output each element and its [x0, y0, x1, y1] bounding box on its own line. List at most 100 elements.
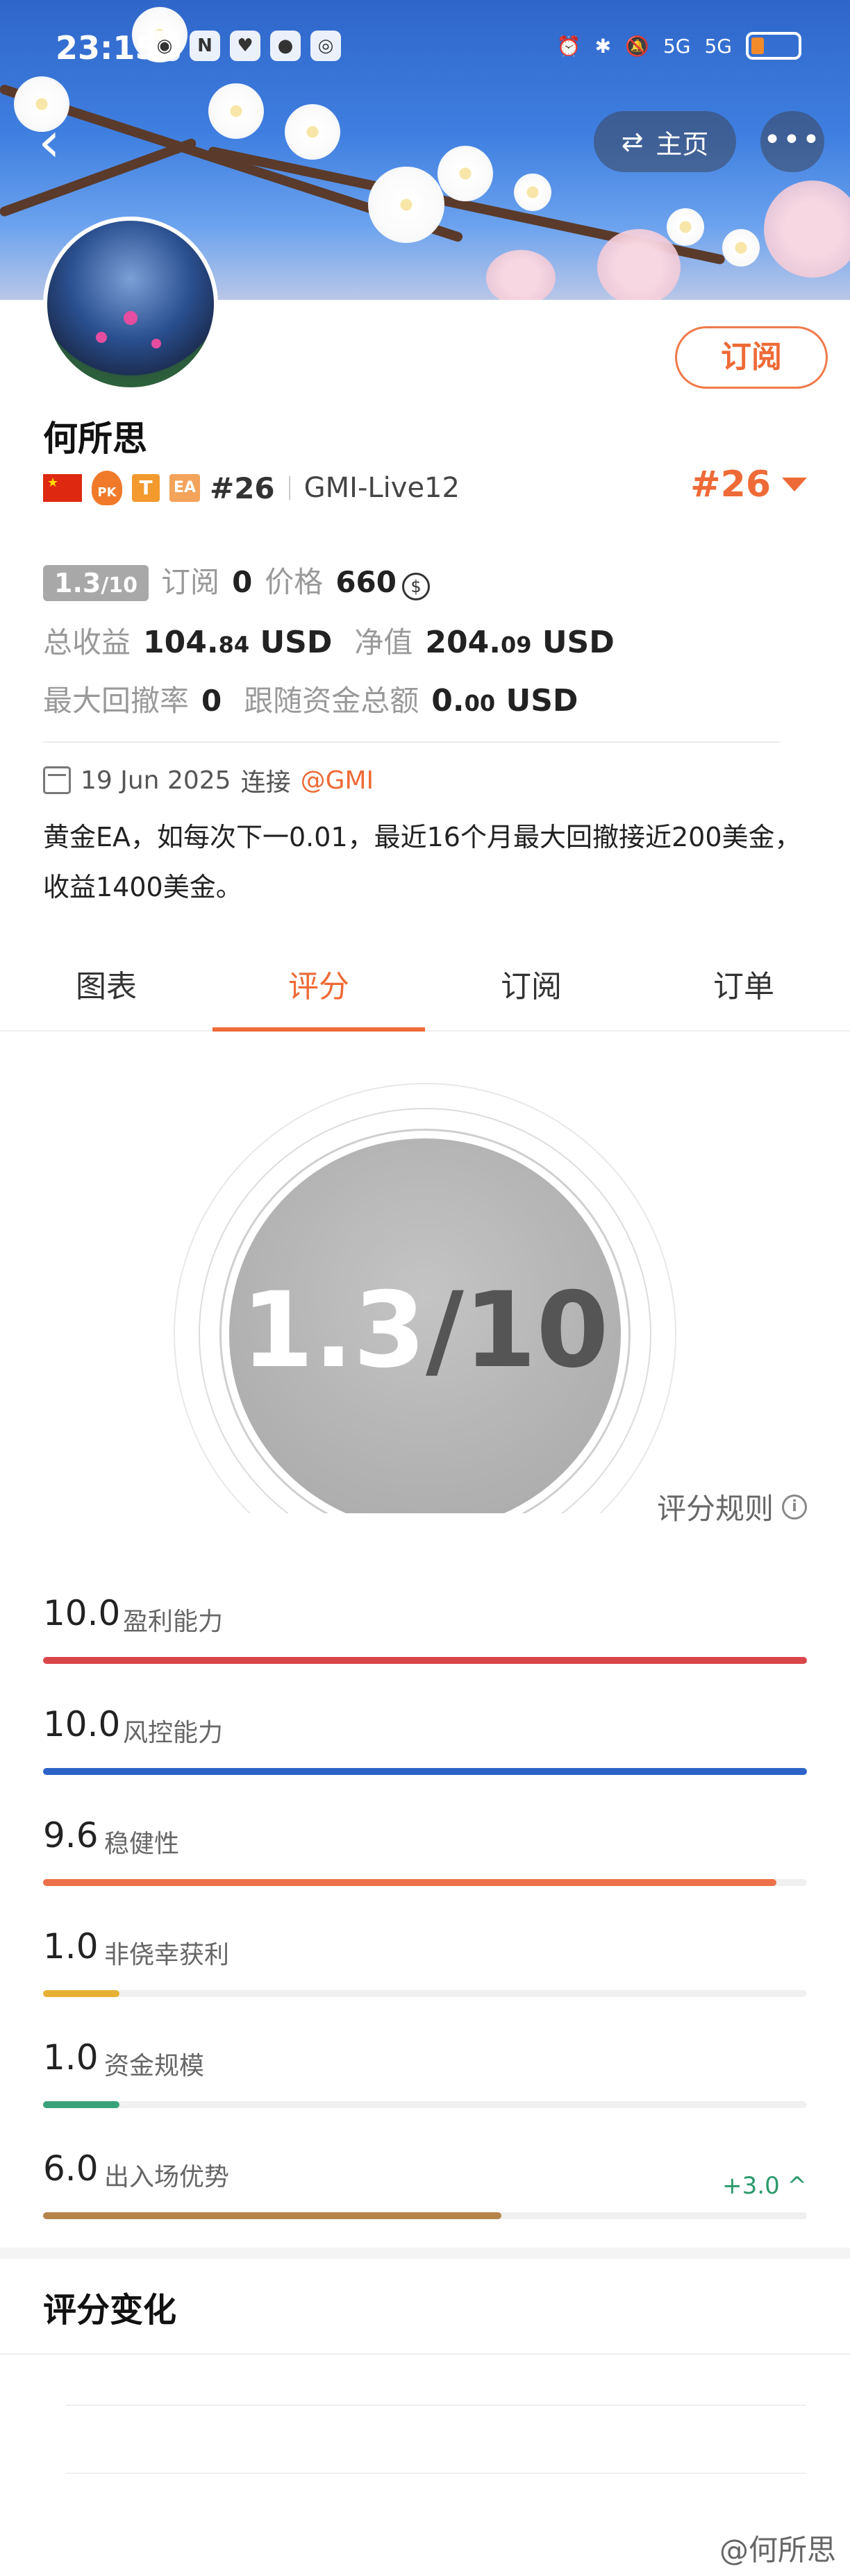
strategy-profile-page: 23:15 ◉ N ♥ ● ◎ ⏰ ✱ 🔕 5G 5G ‹ ⇄ 主页 ••• 订…: [0, 0, 850, 2576]
score-chip-max: /10: [101, 573, 138, 598]
info-icon: i: [782, 1494, 807, 1519]
chart-gridline: [66, 2473, 806, 2474]
calendar-icon: [43, 766, 71, 794]
section-divider: [0, 2248, 850, 2259]
status-time: 23:15: [56, 29, 158, 67]
net-value-label: 净值: [354, 625, 413, 659]
divider: [288, 476, 290, 500]
metric-progress-track: [43, 1879, 807, 1886]
tab-chart[interactable]: 图表: [0, 951, 212, 1030]
subscriptions-label: 订阅: [161, 565, 220, 599]
alarm-icon: ⏰: [556, 34, 581, 58]
rank-dropdown[interactable]: #26: [690, 464, 807, 505]
metric-row: 10.0 风控能力: [43, 1704, 807, 1787]
signal-5g-icon: 5G: [662, 34, 691, 58]
rank-value: #26: [690, 464, 771, 505]
home-button[interactable]: ⇄ 主页: [594, 111, 736, 172]
big-score-value: 1.3: [241, 1270, 426, 1391]
strategy-description: 黄金EA，如每次下一0.01，最近16个月最大回撤接近200美金，收益1400美…: [43, 822, 801, 902]
metric-row: 10.0 盈利能力: [43, 1593, 807, 1676]
shield-app-icon: ♥: [230, 31, 260, 61]
t-badge-icon[interactable]: T: [132, 474, 160, 502]
avatar[interactable]: [43, 217, 218, 392]
metric-progress-track: [43, 1990, 807, 1997]
metric-progress-track: [43, 1657, 807, 1664]
score-chip: 1.3/10: [43, 565, 149, 601]
metric-value: 10.0: [43, 1593, 121, 1633]
total-profit-value: 104.84 USD: [143, 625, 333, 660]
caret-down-icon: [782, 478, 807, 491]
metric-row: 6.0 出入场优势 +3.0 ^: [43, 2148, 807, 2232]
stats-row-3: 最大回撤率 0 跟随资金总额 0.00 USD: [43, 677, 578, 720]
score-change-title: 评分变化: [43, 2291, 177, 2330]
score-gauge: 1.3/10: [174, 1083, 676, 1513]
metric-row: 1.0 非侥幸获利: [43, 1926, 807, 2010]
divider: [43, 741, 781, 743]
stats-row-1: 1.3/10 订阅 0 价格 660 $: [43, 559, 430, 601]
big-score-max: /10: [426, 1270, 609, 1391]
swap-icon: ⇄: [621, 126, 644, 157]
tab-bar: 图表 评分 订阅 订单: [0, 951, 850, 1032]
subscriptions-value: 0: [232, 565, 253, 599]
stats-row-2: 总收益 104.84 USD 净值 204.09 USD: [43, 619, 615, 662]
metric-progress-track: [43, 2101, 807, 2108]
more-button[interactable]: •••: [760, 111, 824, 172]
max-drawdown-label: 最大回撤率: [43, 684, 190, 718]
metric-label: 风控能力: [123, 1719, 224, 1747]
mute-icon: 🔕: [625, 34, 649, 58]
net-value-value: 204.09 USD: [425, 625, 615, 660]
tab-score[interactable]: 评分: [212, 951, 425, 1032]
score-rules-label: 评分规则: [656, 1492, 774, 1526]
price-label: 价格: [265, 565, 324, 599]
total-profit-label: 总收益: [43, 625, 131, 659]
metric-value: 6.0: [43, 2148, 99, 2189]
metric-progress-track: [43, 2212, 807, 2219]
chart-top-border: [0, 2353, 850, 2355]
status-bar: 23:15 ◉ N ♥ ● ◎ ⏰ ✱ 🔕 5G 5G: [0, 0, 850, 97]
metric-progress-fill: [43, 1879, 776, 1886]
metric-progress-fill: [43, 1990, 119, 1997]
profile-tags: PK T EA #26 GMI-Live12: [43, 469, 460, 507]
bluetooth-icon: ✱: [594, 34, 612, 58]
connect-label: 连接: [240, 768, 291, 797]
metric-label: 盈利能力: [123, 1608, 224, 1636]
rank-inline: #26: [210, 471, 275, 505]
chart-gridline: [66, 2405, 806, 2406]
battery-icon: [746, 32, 801, 60]
metric-label: 出入场优势: [104, 2163, 230, 2191]
metric-progress-fill: [43, 1768, 807, 1775]
follow-funds-value: 0.00 USD: [431, 683, 578, 718]
tab-orders[interactable]: 订单: [638, 951, 850, 1030]
connection-info: 19 Jun 2025 连接 @GMI: [43, 762, 374, 798]
max-drawdown-value: 0: [201, 684, 222, 718]
back-button[interactable]: ‹: [38, 115, 73, 170]
metric-delta: +3.0 ^: [722, 2172, 807, 2200]
score-rules-link[interactable]: 评分规则 i: [657, 1485, 807, 1528]
tab-subscribe[interactable]: 订阅: [425, 951, 638, 1030]
server-name: GMI-Live12: [303, 472, 460, 504]
metric-value: 1.0: [43, 1926, 99, 1967]
home-label: 主页: [656, 128, 709, 160]
metric-label: 资金规模: [104, 2052, 205, 2080]
broker-link[interactable]: @GMI: [301, 766, 374, 795]
n-app-icon: N: [190, 31, 220, 61]
china-flag-icon: [43, 474, 82, 502]
metric-row: 1.0 资金规模: [43, 2037, 807, 2121]
pk-badge-icon[interactable]: PK: [92, 471, 122, 505]
subscribe-button[interactable]: 订阅: [675, 326, 828, 389]
metric-value: 10.0: [43, 1704, 121, 1744]
watermark: @何所思: [719, 2533, 836, 2567]
metric-label: 稳健性: [104, 1830, 180, 1858]
metric-progress-track: [43, 1768, 807, 1775]
ea-badge-icon[interactable]: EA: [169, 474, 200, 502]
metric-row: 9.6 稳健性: [43, 1815, 807, 1899]
eye-icon: ◉: [149, 31, 180, 61]
metric-progress-fill: [43, 2101, 119, 2108]
system-status-icons: ⏰ ✱ 🔕 5G 5G: [557, 32, 801, 60]
weibo-app-icon: ◎: [310, 31, 341, 61]
metric-value: 1.0: [43, 2037, 99, 2078]
big-score: 1.3/10: [174, 1270, 676, 1391]
baidu-app-icon: ●: [270, 31, 301, 61]
price-value: 660: [335, 565, 397, 599]
connect-date: 19 Jun 2025: [81, 766, 231, 795]
